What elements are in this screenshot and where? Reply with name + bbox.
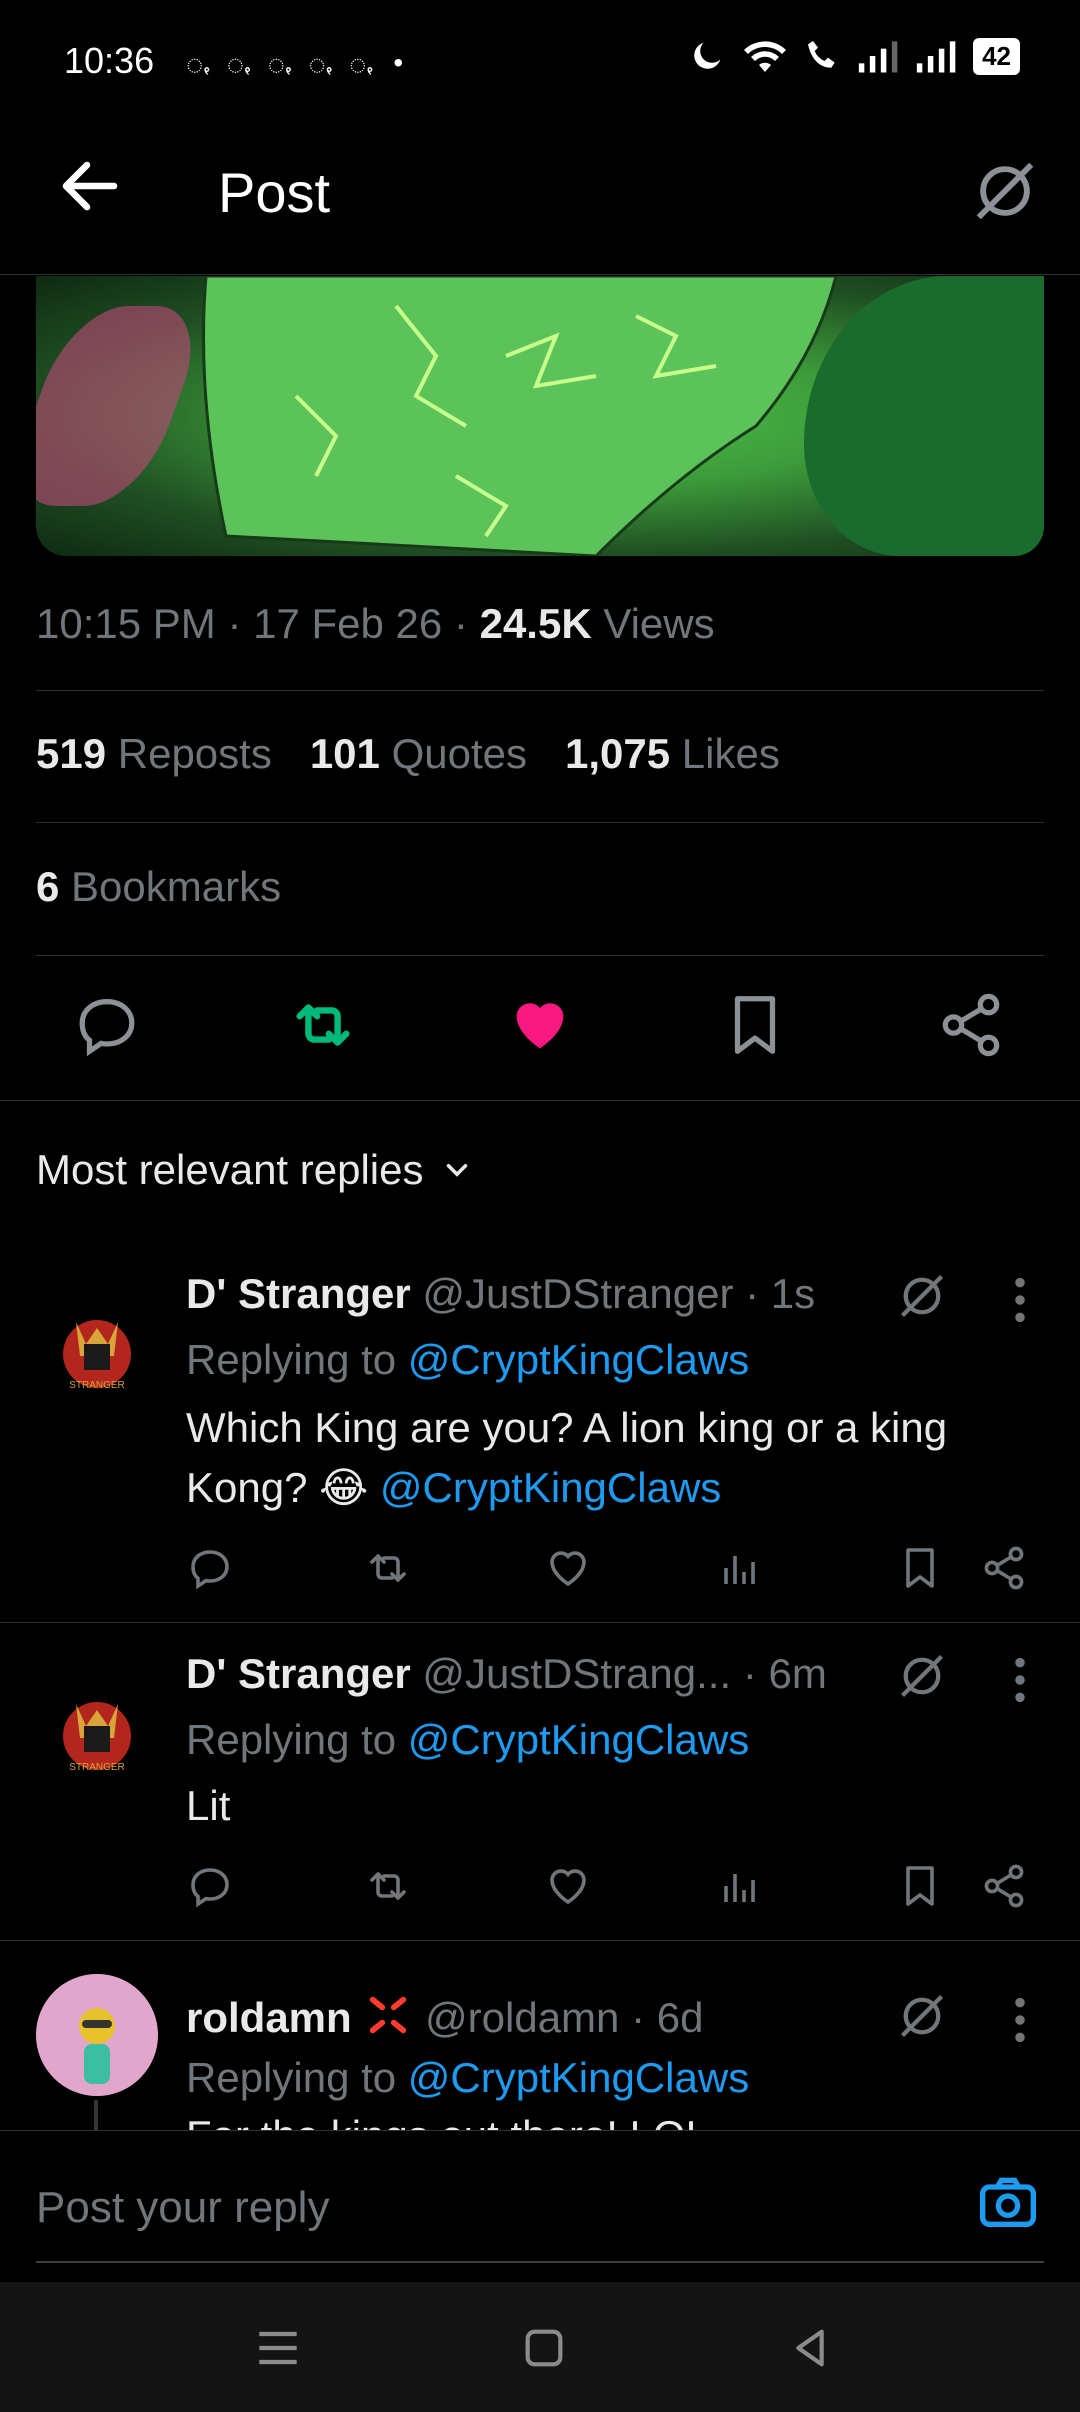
home-icon[interactable]	[516, 2320, 572, 2376]
battery-indicator: 42	[973, 37, 1020, 75]
back-icon[interactable]	[782, 2320, 838, 2376]
anger-emoji-icon	[370, 1996, 407, 2034]
grok-icon[interactable]	[896, 1270, 948, 1322]
signal-icon-2	[916, 41, 956, 73]
post-meta: 10:15 PM · 17 Feb 26 · 24.5K Views	[36, 600, 715, 647]
repost-icon[interactable]	[364, 1862, 412, 1910]
reply-author[interactable]: D' Stranger @JustDStranger · 1s	[186, 1270, 815, 1318]
bookmark-icon[interactable]	[720, 990, 790, 1060]
replying-to-link[interactable]: @CryptKingClaws	[408, 2054, 749, 2101]
top-header: Post	[0, 150, 1080, 275]
reply-author[interactable]: D' Stranger @JustDStrang... · 6m	[186, 1650, 827, 1698]
more-options-icon[interactable]	[1008, 1654, 1032, 1706]
replying-to-link[interactable]: @CryptKingClaws	[408, 1716, 749, 1763]
call-icon	[808, 41, 835, 68]
status-time: 10:36	[64, 40, 155, 81]
repost-icon[interactable]	[288, 990, 358, 1060]
reply-time: · 6d	[631, 1994, 704, 2041]
thread-line	[94, 2100, 98, 2130]
views-count: 24.5K	[479, 600, 592, 647]
reply-handle: @JustDStranger	[422, 1270, 734, 1317]
quotes-stat[interactable]: 101 Quotes	[310, 730, 527, 778]
status-bar: 10:36 ꩻ ꩻ ꩻ ꩻ ꩻ • 42	[0, 0, 1080, 120]
back-arrow-icon[interactable]	[54, 150, 126, 222]
page-title: Post	[218, 161, 331, 224]
divider	[36, 690, 1044, 691]
reply-actions	[186, 1544, 1046, 1594]
reply-input[interactable]: Post your reply	[36, 2183, 329, 2233]
reply-handle: @JustDStrang...	[422, 1650, 732, 1697]
replying-to: Replying to @CryptKingClaws	[186, 1336, 750, 1383]
wifi-icon	[744, 41, 787, 72]
reply-sort-label: Most relevant replies	[36, 1146, 424, 1193]
bookmarks-stat[interactable]: 6 Bookmarks	[36, 863, 281, 911]
divider	[0, 1100, 1080, 1101]
reply-item[interactable]: roldamn @roldamn · 6d Replying to @Crypt…	[0, 1940, 1080, 2130]
more-options-icon[interactable]	[1008, 1994, 1032, 2046]
reply-text: For the kings out there! LOL	[186, 2106, 1036, 2130]
replying-to: Replying to @CryptKingClaws	[186, 2054, 750, 2101]
share-icon[interactable]	[936, 990, 1006, 1060]
like-icon[interactable]	[544, 1862, 592, 1910]
avatar[interactable]: STRANGER	[36, 1284, 158, 1406]
grok-icon[interactable]	[896, 1990, 948, 2042]
reply-item[interactable]: STRANGER D' Stranger @JustDStrang... · 6…	[0, 1622, 1080, 1941]
reply-item[interactable]: STRANGER D' Stranger @JustDStranger · 1s…	[0, 1240, 1080, 1623]
avatar[interactable]: STRANGER	[36, 1666, 158, 1788]
bookmark-icon[interactable]	[896, 1862, 944, 1910]
reply-icon[interactable]	[186, 1862, 234, 1910]
reply-composer: Post your reply	[0, 2130, 1080, 2283]
reply-actions	[186, 1862, 1046, 1912]
reply-icon[interactable]	[186, 1544, 234, 1592]
post-date: 17 Feb 26	[253, 600, 443, 647]
repost-icon[interactable]	[364, 1544, 412, 1592]
replying-to-link[interactable]: @CryptKingClaws	[408, 1336, 749, 1383]
reply-time: · 1s	[745, 1270, 816, 1317]
moon-icon	[694, 42, 721, 69]
grok-icon[interactable]	[896, 1650, 948, 1702]
share-icon[interactable]	[980, 1544, 1028, 1592]
chevron-down-icon	[446, 1163, 467, 1177]
divider	[36, 955, 1044, 956]
views-icon[interactable]	[716, 1544, 764, 1592]
grok-icon[interactable]	[970, 156, 1040, 226]
system-nav-bar	[0, 2282, 1080, 2412]
like-icon[interactable]	[505, 990, 575, 1060]
replying-to: Replying to @CryptKingClaws	[186, 1716, 750, 1763]
svg-text:STRANGER: STRANGER	[69, 1762, 125, 1773]
notification-icons: ꩻ ꩻ ꩻ ꩻ ꩻ •	[186, 47, 410, 78]
reply-text: Lit	[186, 1782, 231, 1829]
input-underline	[36, 2261, 1044, 2263]
more-options-icon[interactable]	[1008, 1274, 1032, 1326]
mention-link[interactable]: @CryptKingClaws	[380, 1464, 721, 1511]
reply-icon[interactable]	[72, 990, 142, 1060]
camera-icon[interactable]	[976, 2171, 1040, 2235]
avatar[interactable]	[36, 1974, 158, 2096]
reply-time: · 6m	[742, 1650, 827, 1697]
post-stats: 519 Reposts 101 Quotes 1,075 Likes	[36, 730, 780, 778]
menu-icon[interactable]	[250, 2320, 306, 2376]
post-media-image[interactable]	[36, 276, 1044, 556]
likes-stat[interactable]: 1,075 Likes	[565, 730, 780, 778]
svg-text:STRANGER: STRANGER	[69, 1380, 125, 1391]
post-action-bar	[0, 990, 1080, 1060]
post-time: 10:15 PM	[36, 600, 216, 647]
reply-text: Which King are you? A lion king or a kin…	[186, 1404, 948, 1511]
views-label: Views	[603, 600, 715, 647]
reply-handle: @roldamn	[425, 1994, 620, 2041]
share-icon[interactable]	[980, 1862, 1028, 1910]
divider	[36, 822, 1044, 823]
reply-sort-dropdown[interactable]: Most relevant replies	[36, 1146, 474, 1194]
reply-author[interactable]: roldamn @roldamn · 6d	[186, 1992, 703, 2042]
views-icon[interactable]	[716, 1862, 764, 1910]
like-icon[interactable]	[544, 1544, 592, 1592]
reposts-stat[interactable]: 519 Reposts	[36, 730, 272, 778]
signal-icon	[858, 41, 898, 73]
bookmark-icon[interactable]	[896, 1544, 944, 1592]
status-icons: 42	[687, 36, 1020, 76]
